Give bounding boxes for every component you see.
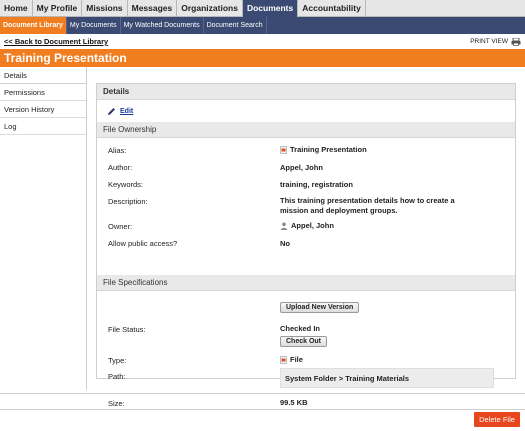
- left-navigation: Details Permissions Version History Log: [0, 67, 87, 390]
- file-status-label: File Status:: [108, 325, 146, 334]
- description-line-2: mission and deployment groups.: [280, 206, 398, 215]
- subnav-document-library[interactable]: Document Library: [0, 17, 67, 34]
- type-value: File: [280, 355, 303, 364]
- public-access-value: No: [280, 239, 290, 248]
- owner-text: Appel, John: [291, 221, 334, 230]
- tab-my-profile[interactable]: My Profile: [33, 0, 83, 17]
- leftnav-item-log[interactable]: Log: [0, 118, 86, 135]
- tab-missions[interactable]: Missions: [82, 0, 128, 17]
- tab-accountability[interactable]: Accountability: [298, 0, 366, 17]
- upload-new-version-button[interactable]: Upload New Version: [280, 302, 360, 313]
- description-line-1: This training presentation details how t…: [280, 196, 455, 205]
- alias-value: Training Presentation: [280, 145, 367, 154]
- file-specifications-header: File Specifications: [97, 275, 515, 291]
- subnav-document-search[interactable]: Document Search: [204, 17, 267, 34]
- type-label: Type:: [108, 356, 127, 365]
- page-title: Training Presentation: [0, 49, 525, 67]
- edit-link[interactable]: Edit: [120, 108, 133, 115]
- back-to-library-link[interactable]: << Back to Document Library: [4, 37, 108, 46]
- leftnav-item-details[interactable]: Details: [0, 67, 86, 84]
- tab-messages[interactable]: Messages: [128, 0, 178, 17]
- footer-divider-top: [0, 393, 525, 394]
- owner-value: Appel, John: [280, 221, 334, 230]
- pencil-icon: [108, 107, 115, 115]
- tab-organizations[interactable]: Organizations: [177, 0, 243, 17]
- subnav-my-watched-documents[interactable]: My Watched Documents: [121, 17, 204, 34]
- alias-label: Alias:: [108, 146, 127, 155]
- file-icon: [280, 145, 287, 154]
- print-view-link[interactable]: PRINT VIEW: [470, 37, 521, 46]
- upload-wrap: Upload New Version: [280, 302, 360, 313]
- leftnav-item-permissions[interactable]: Permissions: [0, 84, 86, 101]
- file-type-icon: [280, 355, 287, 364]
- leftnav-item-version-history[interactable]: Version History: [0, 101, 86, 118]
- printer-icon: [511, 37, 521, 46]
- tab-documents[interactable]: Documents: [242, 0, 299, 17]
- description-label: Description:: [108, 197, 148, 206]
- print-view-label: PRINT VIEW: [470, 38, 508, 45]
- delete-file-button[interactable]: Delete File: [474, 412, 520, 427]
- sub-navigation: Document Library My Documents My Watched…: [0, 17, 525, 34]
- footer-divider-bottom: [0, 409, 525, 410]
- path-value: System Folder > Training Materials: [280, 368, 494, 388]
- edit-row: Edit: [97, 100, 515, 122]
- details-header: Details: [97, 84, 515, 100]
- path-label: Path:: [108, 372, 126, 381]
- back-bar: << Back to Document Library PRINT VIEW: [0, 34, 525, 49]
- alias-text: Training Presentation: [290, 145, 367, 154]
- check-out-button[interactable]: Check Out: [280, 336, 328, 347]
- description-value: This training presentation details how t…: [280, 196, 455, 215]
- size-label: Size:: [108, 399, 125, 408]
- checkout-wrap: Check Out: [280, 336, 328, 347]
- file-status-value: Checked In: [280, 324, 321, 333]
- author-value: Appel, John: [280, 163, 323, 172]
- author-label: Author:: [108, 163, 133, 172]
- keywords-value: training, registration: [280, 180, 353, 189]
- user-icon: [280, 222, 288, 230]
- ownership-rows: Alias: Training Presentation Author: App…: [97, 138, 515, 275]
- subnav-my-documents[interactable]: My Documents: [67, 17, 121, 34]
- file-ownership-header: File Ownership: [97, 122, 515, 138]
- type-text: File: [290, 355, 303, 364]
- tab-home[interactable]: Home: [0, 0, 33, 17]
- public-access-label: Allow public access?: [108, 239, 178, 248]
- top-navigation: Home My Profile Missions Messages Organi…: [0, 0, 525, 17]
- details-panel: Details Edit File Ownership Alias: Train…: [96, 83, 516, 408]
- size-value: 99.5 KB: [280, 398, 308, 407]
- keywords-label: Keywords:: [108, 180, 144, 189]
- owner-label: Owner:: [108, 222, 133, 231]
